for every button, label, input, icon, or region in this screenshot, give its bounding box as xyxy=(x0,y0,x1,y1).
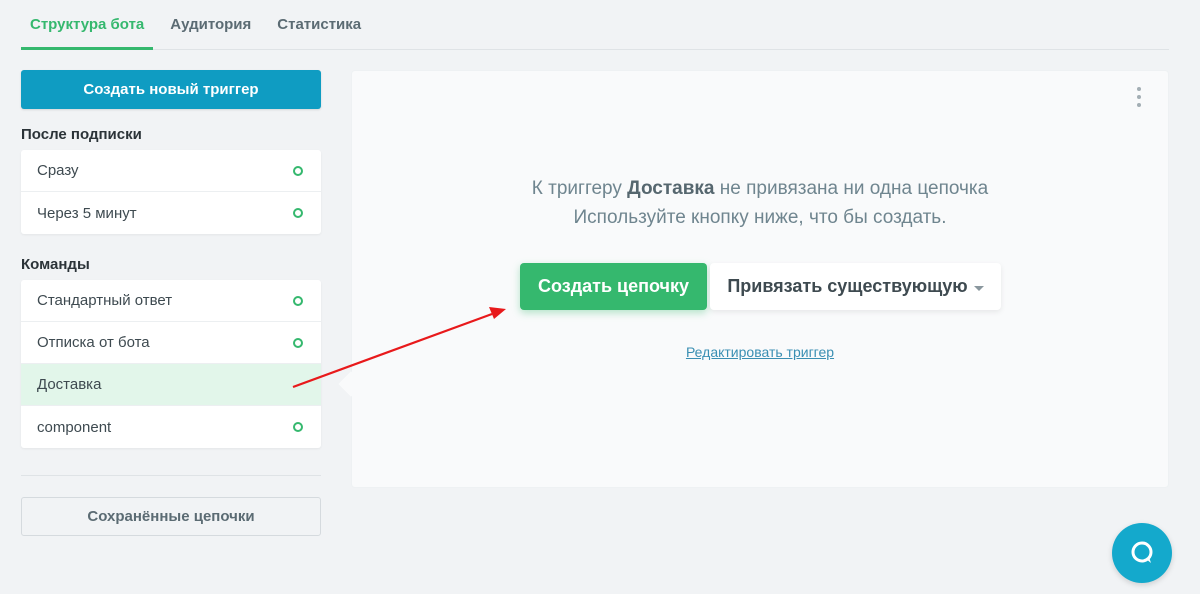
status-ring-icon xyxy=(293,208,303,218)
commands-list: Стандартный ответ Отписка от бота Достав… xyxy=(21,280,321,448)
list-item[interactable]: Стандартный ответ xyxy=(21,280,321,322)
status-ring-icon xyxy=(293,422,303,432)
sidebar-divider xyxy=(21,475,321,476)
list-item-label: Через 5 минут xyxy=(37,205,137,222)
chat-icon[interactable] xyxy=(1112,523,1172,583)
status-ring-icon xyxy=(293,166,303,176)
empty-message-line2: Используйте кнопку ниже, что бы создать. xyxy=(351,207,1169,229)
commands-title: Команды xyxy=(21,256,90,273)
list-item-selected[interactable]: Доставка xyxy=(21,364,321,406)
list-item-label: Отписка от бота xyxy=(37,334,150,351)
list-item[interactable]: Сразу xyxy=(21,150,321,192)
kebab-menu-icon[interactable] xyxy=(1134,87,1144,107)
attach-existing-label: Привязать существующую xyxy=(727,276,967,297)
status-ring-icon xyxy=(293,338,303,348)
tab-bar: Структура бота Аудитория Статистика xyxy=(21,0,1169,50)
edit-trigger-link[interactable]: Редактировать триггер xyxy=(351,344,1169,360)
create-trigger-button[interactable]: Создать новый триггер xyxy=(21,70,321,109)
chevron-down-icon xyxy=(974,286,984,291)
list-item[interactable]: component xyxy=(21,406,321,448)
list-item-label: Сразу xyxy=(37,162,79,179)
trigger-name: Доставка xyxy=(627,178,714,199)
list-item-label: component xyxy=(37,419,111,436)
tab-audience[interactable]: Аудитория xyxy=(161,0,260,49)
tab-statistics[interactable]: Статистика xyxy=(268,0,370,49)
status-ring-icon xyxy=(293,296,303,306)
list-item-label: Доставка xyxy=(37,376,101,393)
list-item-label: Стандартный ответ xyxy=(37,292,172,309)
empty-message-line1: К триггеру Доставка не привязана ни одна… xyxy=(351,178,1169,200)
attach-existing-button[interactable]: Привязать существующую xyxy=(710,263,1001,310)
after-subscribe-title: После подписки xyxy=(21,126,142,143)
list-item[interactable]: Отписка от бота xyxy=(21,322,321,364)
create-chain-button[interactable]: Создать цепочку xyxy=(520,263,707,310)
message-suffix: не привязана ни одна цепочка xyxy=(720,178,988,199)
saved-chains-button[interactable]: Сохранённые цепочки xyxy=(21,497,321,536)
tab-bot-structure[interactable]: Структура бота xyxy=(21,0,153,49)
message-prefix: К триггеру xyxy=(532,178,622,199)
after-subscribe-list: Сразу Через 5 минут xyxy=(21,150,321,234)
edit-trigger-label: Редактировать триггер xyxy=(686,344,834,360)
chat-bubble-glyph xyxy=(1127,538,1157,568)
list-item[interactable]: Через 5 минут xyxy=(21,192,321,234)
bot-structure-page: Структура бота Аудитория Статистика Созд… xyxy=(0,0,1200,594)
